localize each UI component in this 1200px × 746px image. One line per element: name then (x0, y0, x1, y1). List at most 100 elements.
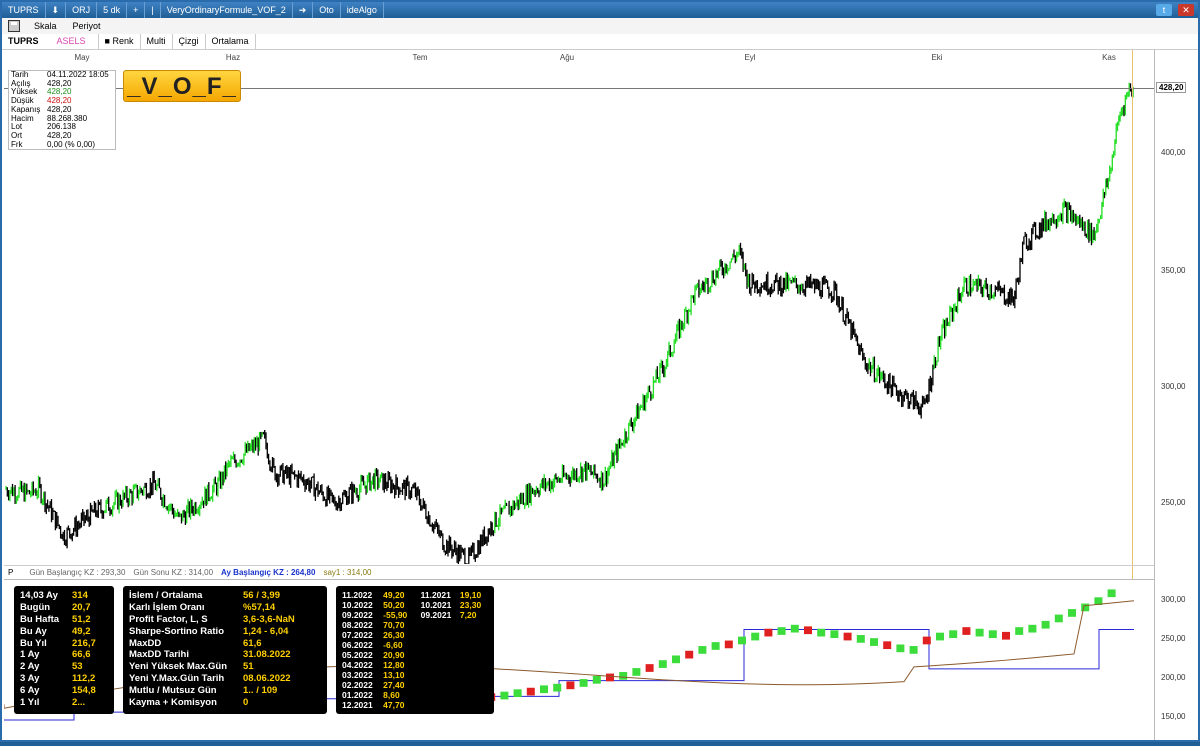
candle (777, 627, 786, 635)
candle (975, 628, 984, 637)
legend-say1: say1 : 314,00 (323, 568, 372, 577)
panel-row: 14,03 Ay 314 (20, 590, 108, 602)
month-label (421, 690, 460, 700)
symbol-selector[interactable]: TUPRS (2, 2, 46, 18)
month-value: 19,10 (459, 590, 482, 600)
candle (909, 646, 918, 654)
twitter-icon[interactable]: t (1156, 4, 1172, 16)
candle (896, 644, 905, 653)
monthly-row: 08.2022 70,70 (342, 620, 488, 630)
candle (1041, 620, 1050, 629)
panel-value: 31.08.2022 (243, 649, 291, 661)
y-tick: 250,00 (1161, 498, 1186, 507)
panel-key: Mutlu / Mutsuz Gün (129, 685, 217, 697)
tab-multi[interactable]: Multi (139, 34, 172, 49)
month-value (460, 620, 488, 630)
legend-ay-baslangic: Ay Başlangıç KZ : 264,80 (221, 568, 316, 577)
month-label: 05.2022 (342, 650, 373, 660)
month-value (460, 640, 488, 650)
month-label (421, 640, 460, 650)
panel-key: 1 Yıl (20, 697, 40, 709)
candle (513, 689, 522, 698)
arrow-right-icon[interactable]: ➜ (293, 2, 314, 18)
month-value (460, 690, 488, 700)
month-value: 12,80 (383, 660, 405, 670)
tab-tuprs[interactable]: TUPRS (2, 34, 45, 49)
panel-value: 0 (243, 697, 249, 709)
candle (790, 624, 799, 633)
candle (645, 664, 654, 672)
skala-menu[interactable]: Skala (26, 21, 65, 31)
monthly-row: 12.2021 47,70 (342, 700, 488, 710)
oto-button[interactable]: Oto (313, 2, 341, 18)
y-tick: 350,00 (1161, 266, 1186, 275)
info-row: Frk 0,00 (% 0,00) (9, 139, 115, 150)
orj-button[interactable]: ORJ (66, 2, 98, 18)
candle (738, 636, 746, 645)
month-label: 07.2022 (342, 630, 373, 640)
candle (751, 632, 760, 641)
panel-value: 2... (72, 697, 86, 709)
info-value: 0,00 (% 0,00) (47, 139, 96, 149)
monthly-row: 06.2022 -6,60 (342, 640, 488, 650)
panel-row: Kayma + Komisyon 0 (129, 697, 321, 709)
add-button[interactable]: + (127, 2, 146, 18)
title-bar: TUPRS ⬇ ORJ 5 dk + | VeryOrdinaryFormule… (2, 2, 1198, 18)
candle (817, 628, 826, 637)
panel-value: 49,2 (72, 625, 91, 637)
monthly-row: 07.2022 26,30 (342, 630, 488, 640)
month-label: 01.2022 (342, 690, 373, 700)
close-icon[interactable]: ✕ (1178, 4, 1194, 16)
panel-value: 216,7 (72, 637, 96, 649)
month-value (460, 660, 488, 670)
candle (936, 632, 944, 641)
candle (804, 626, 812, 635)
sub-y-tick: 200,00 (1161, 673, 1186, 682)
panel-row: Profit Factor, L, S 3,6-3,6-NaN (129, 614, 321, 626)
month-value: 47,70 (383, 700, 405, 710)
price-chart[interactable]: May Haz Tem Ağu Eyl Eki Kas (4, 50, 1154, 570)
candle (856, 635, 865, 643)
month-label: 08.2022 (342, 620, 373, 630)
month-value (460, 670, 488, 680)
candle (1015, 627, 1024, 635)
sub-y-tick: 150,00 (1161, 712, 1186, 721)
monthly-row: 01.2022 8,60 (342, 690, 488, 700)
tab-cizgi[interactable]: Çizgi (171, 34, 205, 49)
panel-row: Karlı İşlem Oranı %57,14 (129, 602, 321, 614)
month-label (421, 670, 460, 680)
save-icon[interactable] (8, 20, 20, 32)
periyot-menu[interactable]: Periyot (65, 21, 109, 31)
panel-key: Kayma + Komisyon (129, 697, 217, 709)
tab-asels[interactable]: ASELS (51, 34, 92, 49)
y-tick: 300,00 (1161, 382, 1186, 391)
candle (830, 630, 839, 639)
stats-panel: İslem / Ortalama 56 / 3,99 Karlı İşlem Ora… (123, 586, 327, 714)
tab-renk[interactable]: ■ Renk (97, 34, 140, 49)
panel-row: 3 Ay 112,2 (20, 673, 108, 685)
month-label: 02.2022 (342, 680, 373, 690)
panel-key: Yeni Yüksek Max.Gün (129, 661, 228, 673)
tab-ortalama[interactable]: Ortalama (204, 34, 256, 49)
candle (724, 640, 733, 649)
sub-y-tick: 250,00 (1161, 634, 1186, 643)
candle (1107, 589, 1116, 598)
panel-row: 1 Yıl 2... (20, 697, 108, 709)
tab-bar: TUPRS ASELS ■ Renk Multi Çizgi Ortalama (2, 34, 1198, 50)
candle (962, 627, 971, 635)
x-tick: May (74, 53, 89, 62)
month-value: 20,90 (383, 650, 405, 660)
formula-name[interactable]: VeryOrdinaryFormule_VOF_2 (161, 2, 293, 18)
period-selector[interactable]: 5 dk (97, 2, 128, 18)
panel-row: Bu Ay 49,2 (20, 626, 108, 638)
tab-renk-label: Renk (112, 36, 134, 46)
legend-p: P (8, 568, 14, 577)
candle (764, 628, 773, 637)
month-label: 12.2021 (342, 700, 373, 710)
month-label: 11.2021 (420, 590, 451, 600)
idealgo-button[interactable]: ideAlgo (341, 2, 384, 18)
month-value: 49,20 (383, 590, 405, 600)
panel-key: 3 Ay (20, 673, 40, 685)
down-arrow-icon[interactable]: ⬇ (46, 2, 67, 18)
month-value (460, 680, 488, 690)
